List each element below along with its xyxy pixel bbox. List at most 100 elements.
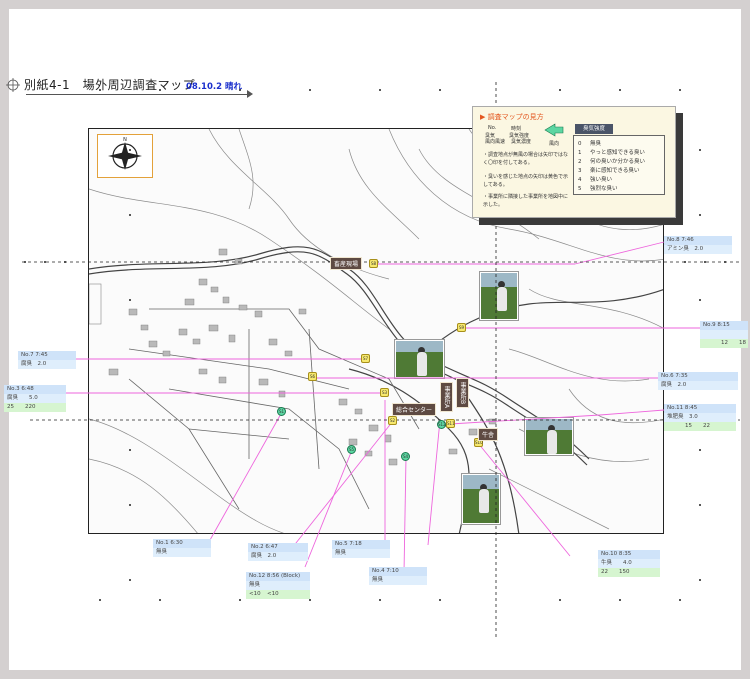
station-box-no5[interactable]: No.5 7:18 無臭 (332, 540, 390, 558)
station-concentration: 12 18 (700, 339, 748, 348)
station-box-no2[interactable]: No.2 6:47 腐臭 2.0 (248, 543, 308, 561)
survey-point-marker[interactable]: S3 (380, 388, 389, 397)
survey-point-marker[interactable]: S7 (361, 354, 370, 363)
station-odor: 牛臭 4.0 (598, 559, 660, 568)
station-odor: 腐臭 2.0 (18, 360, 76, 369)
odor-level-text: 何の臭いか分かる臭い (590, 159, 646, 165)
title-underline (26, 94, 251, 95)
compass-icon: N (108, 137, 142, 170)
document-title: 別紙4-1 場外周辺調査マップ (24, 78, 196, 92)
survey-point-marker[interactable]: S5 (347, 445, 356, 454)
survey-point-marker[interactable]: S9 (457, 323, 466, 332)
legend-note: ・調査地点が無風の場合は矢印ではなく〇印を付してある。 (483, 152, 569, 166)
station-box-no4[interactable]: No.4 7:10 無臭 (369, 567, 427, 585)
station-box-no3[interactable]: No.3 6:48 腐臭 5.0 25 220 (4, 385, 66, 412)
odor-level-row: 1 やっと感知できる臭い (578, 148, 645, 156)
station-time: No.7 7:45 (18, 351, 76, 360)
odor-level-row: 4 強い臭い (578, 175, 612, 183)
station-odor: 腐臭 5.0 (4, 394, 66, 403)
station-box-no12[interactable]: No.12 8:56 (Block) 無臭 <10 <10 (246, 572, 310, 599)
station-odor: 無臭 (332, 549, 390, 558)
station-time: No.6 7:35 (658, 372, 738, 381)
station-time: No.4 7:10 (369, 567, 427, 576)
odor-intensity-table: 0 無臭 1 やっと感知できる臭い 2 何の臭いか分かる臭い 3 楽に感知できる臭い 4… (573, 135, 665, 195)
station-odor: 無臭 (153, 548, 211, 557)
legend-wind-label: 風向 (549, 141, 560, 147)
odor-level-row: 5 強烈な臭い (578, 184, 618, 192)
legend-note: ・事業所に隣接した事業所を地図中に示した。 (483, 194, 569, 208)
station-time: No.3 6:48 (4, 385, 66, 394)
station-time: No.5 7:18 (332, 540, 390, 549)
survey-point-marker[interactable]: S11 (446, 419, 455, 428)
station-box-no8[interactable]: No.8 7:46 アミン臭 2.0 (664, 236, 732, 254)
station-concentration: 15 22 (664, 422, 736, 431)
survey-point-marker[interactable]: S4 (401, 452, 410, 461)
legend-example-wind-label: 風向風速 (485, 139, 506, 145)
registration-mark-icon (6, 78, 20, 92)
legend-title: ▶ 調査マップの見方 (480, 113, 544, 121)
station-time: No.10 8:35 (598, 550, 660, 559)
site-photo[interactable] (480, 272, 518, 320)
site-photo[interactable] (525, 418, 573, 455)
station-odor (700, 330, 748, 339)
odor-level-number: 5 (578, 186, 582, 192)
survey-point-marker[interactable]: S8 (369, 259, 378, 268)
survey-point-marker[interactable]: S6 (308, 372, 317, 381)
station-time: No.1 6:30 (153, 539, 211, 548)
station-concentration: <10 <10 (246, 590, 310, 599)
odor-level-number: 3 (578, 168, 582, 174)
title-arrow-icon (247, 90, 253, 98)
station-box-no10[interactable]: No.10 8:35 牛臭 4.0 22 150 (598, 550, 660, 577)
site-photo[interactable] (462, 474, 500, 524)
place-label: 事業所A (440, 382, 453, 413)
place-label: 畜産現場 (330, 257, 363, 270)
odor-level-text: 強い臭い (590, 177, 613, 183)
station-box-no6[interactable]: No.6 7:35 腐臭 2.0 (658, 372, 738, 390)
odor-level-number: 4 (578, 177, 582, 183)
station-box-no9[interactable]: No.9 8:15 12 18 (700, 321, 748, 348)
station-time: No.8 7:46 (664, 236, 732, 245)
odor-level-number: 0 (578, 141, 582, 147)
legend-example-time: 時刻 (511, 126, 522, 132)
station-concentration: 22 150 (598, 568, 660, 577)
station-odor: 腐臭 2.0 (248, 552, 308, 561)
odor-level-row: 2 何の臭いか分かる臭い (578, 157, 645, 165)
station-time: No.9 8:15 (700, 321, 748, 330)
station-box-no7[interactable]: No.7 7:45 腐臭 2.0 (18, 351, 76, 369)
odor-level-number: 1 (578, 150, 582, 156)
survey-point-marker[interactable]: S12 (437, 420, 446, 429)
odor-level-text: 楽に感知できる臭い (590, 168, 640, 174)
odor-level-text: 強烈な臭い (590, 186, 618, 192)
odor-level-number: 2 (578, 159, 582, 165)
wind-arrow-icon (544, 123, 564, 137)
odor-level-row: 0 無臭 (578, 139, 601, 147)
svg-text:N: N (123, 137, 127, 143)
station-odor: 無臭 (369, 576, 427, 585)
site-photo[interactable] (395, 340, 444, 378)
place-label: 事業所B (456, 378, 469, 409)
place-label: 牛舎 (478, 428, 499, 441)
station-odor: 無臭 (246, 581, 310, 590)
station-odor: アミン臭 2.0 (664, 245, 732, 254)
legend-panel: ▶ 調査マップの見方 No. 時刻 臭気 臭気強度 風向風速 臭気濃度 風向 ・… (472, 106, 676, 218)
north-arrow-compass: N (97, 134, 153, 178)
station-odor: 堆肥臭 3.0 (664, 413, 736, 422)
place-label: 総合センター (392, 403, 437, 416)
station-time: No.2 6:47 (248, 543, 308, 552)
station-time: No.11 8:45 (664, 404, 736, 413)
legend-note: ・臭いを感じた地点の矢印は黄色で示してある。 (483, 174, 569, 188)
station-box-no11[interactable]: No.11 8:45 堆肥臭 3.0 15 22 (664, 404, 736, 431)
station-concentration: 25 220 (4, 403, 66, 412)
station-time: No.12 8:56 (Block) (246, 572, 310, 581)
survey-date: 08.10.2 晴れ (186, 82, 242, 92)
odor-intensity-header: 臭気強度 (575, 124, 613, 134)
odor-level-text: 無臭 (590, 141, 602, 147)
odor-level-row: 3 楽に感知できる臭い (578, 166, 639, 174)
legend-example-no: No. (488, 125, 497, 131)
legend-example-speed-label: 臭気濃度 (511, 139, 532, 145)
station-box-no1[interactable]: No.1 6:30 無臭 (153, 539, 211, 557)
survey-point-marker[interactable]: S2 (388, 416, 397, 425)
odor-level-text: やっと感知できる臭い (590, 150, 645, 156)
station-odor: 腐臭 2.0 (658, 381, 738, 390)
survey-point-marker[interactable]: S1 (277, 407, 286, 416)
